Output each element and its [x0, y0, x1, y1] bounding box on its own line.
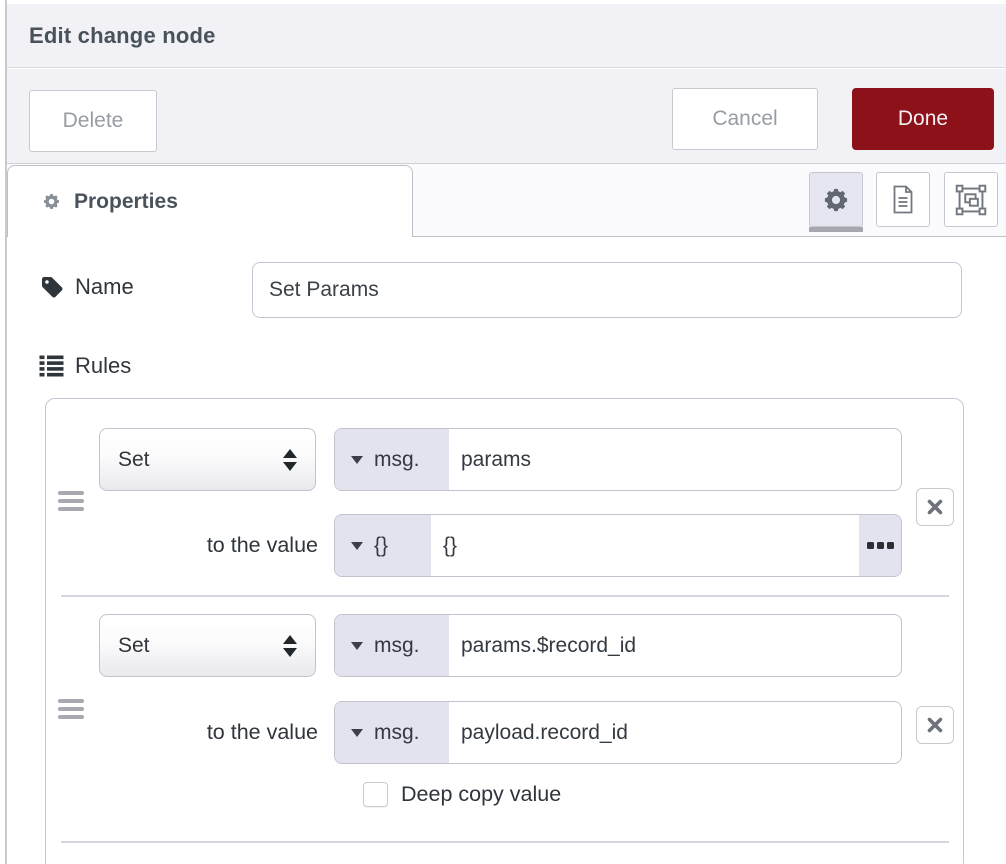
delete-button-label: Delete [63, 109, 124, 133]
typedinput-type-button[interactable]: msg. [335, 429, 449, 490]
gear-icon [42, 192, 61, 211]
tab-bar-border [413, 236, 1006, 238]
rule-value-typedinput: msg. [334, 701, 902, 764]
rule-remove-button[interactable] [916, 706, 954, 744]
node-appearance-button[interactable] [944, 172, 998, 227]
cancel-button[interactable]: Cancel [672, 88, 818, 150]
rule-property-typedinput: msg. [334, 614, 902, 677]
tab-properties[interactable]: Properties [7, 165, 413, 237]
node-properties-button[interactable] [809, 172, 863, 227]
close-icon [927, 717, 943, 733]
expand-editor-button[interactable] [859, 515, 901, 576]
to-value-label: to the value [136, 514, 318, 577]
rule-remove-button[interactable] [916, 488, 954, 526]
rule-drag-handle[interactable] [58, 699, 84, 719]
dialog-button-bar: Delete Cancel Done [7, 69, 1006, 164]
active-icon-underline [809, 227, 863, 232]
deep-copy-row: Deep copy value [363, 782, 561, 807]
dialog-title: Edit change node [29, 23, 216, 49]
rule-drag-handle[interactable] [58, 491, 84, 511]
typedinput-type-label: msg. [374, 634, 420, 658]
dialog-header: Edit change node [7, 4, 1006, 68]
rule-value-input[interactable] [431, 515, 859, 576]
tab-properties-label: Properties [74, 190, 178, 214]
select-updown-icon [283, 635, 297, 657]
rule-property-input[interactable] [449, 615, 901, 676]
node-description-button[interactable] [876, 172, 930, 227]
rule-separator [61, 595, 949, 597]
rule-property-input[interactable] [449, 429, 901, 490]
name-field-label-row: Name [40, 274, 134, 300]
gear-icon [822, 186, 850, 214]
deep-copy-label: Deep copy value [401, 782, 561, 807]
select-updown-icon [283, 449, 297, 471]
rule-action-select[interactable]: Set [99, 428, 316, 491]
caret-down-icon [351, 729, 363, 737]
caret-down-icon [351, 642, 363, 650]
done-button-label: Done [898, 107, 948, 131]
group-icon [955, 184, 987, 216]
rules-container: Set msg. to the value {} [45, 398, 964, 864]
rule-property-typedinput: msg. [334, 428, 902, 491]
deep-copy-checkbox[interactable] [363, 782, 388, 807]
typedinput-type-button[interactable]: msg. [335, 702, 449, 763]
name-input[interactable] [252, 262, 962, 318]
typedinput-type-button[interactable]: msg. [335, 615, 449, 676]
delete-button[interactable]: Delete [29, 90, 157, 152]
list-icon [38, 353, 65, 379]
rule-action-select[interactable]: Set [99, 614, 316, 677]
typedinput-type-button[interactable]: {} [335, 515, 431, 576]
tab-bar: Properties [7, 164, 1006, 237]
caret-down-icon [351, 456, 363, 464]
typedinput-type-label: {} [374, 534, 388, 558]
rule-separator [61, 841, 949, 843]
rules-label: Rules [75, 353, 131, 379]
done-button[interactable]: Done [852, 88, 994, 150]
to-value-label: to the value [136, 701, 318, 764]
rule-action-value: Set [118, 634, 150, 658]
typedinput-type-label: msg. [374, 448, 420, 472]
rules-section-label-row: Rules [38, 353, 131, 379]
rule-value-typedinput: {} [334, 514, 902, 577]
caret-down-icon [351, 542, 363, 550]
tag-icon [40, 275, 65, 300]
ellipsis-icon [867, 542, 874, 549]
document-icon [891, 185, 915, 214]
cancel-button-label: Cancel [712, 107, 777, 131]
close-icon [927, 499, 943, 515]
name-label: Name [75, 274, 134, 300]
rule-value-input[interactable] [449, 702, 901, 763]
typedinput-type-label: msg. [374, 721, 420, 745]
rule-action-value: Set [118, 448, 150, 472]
